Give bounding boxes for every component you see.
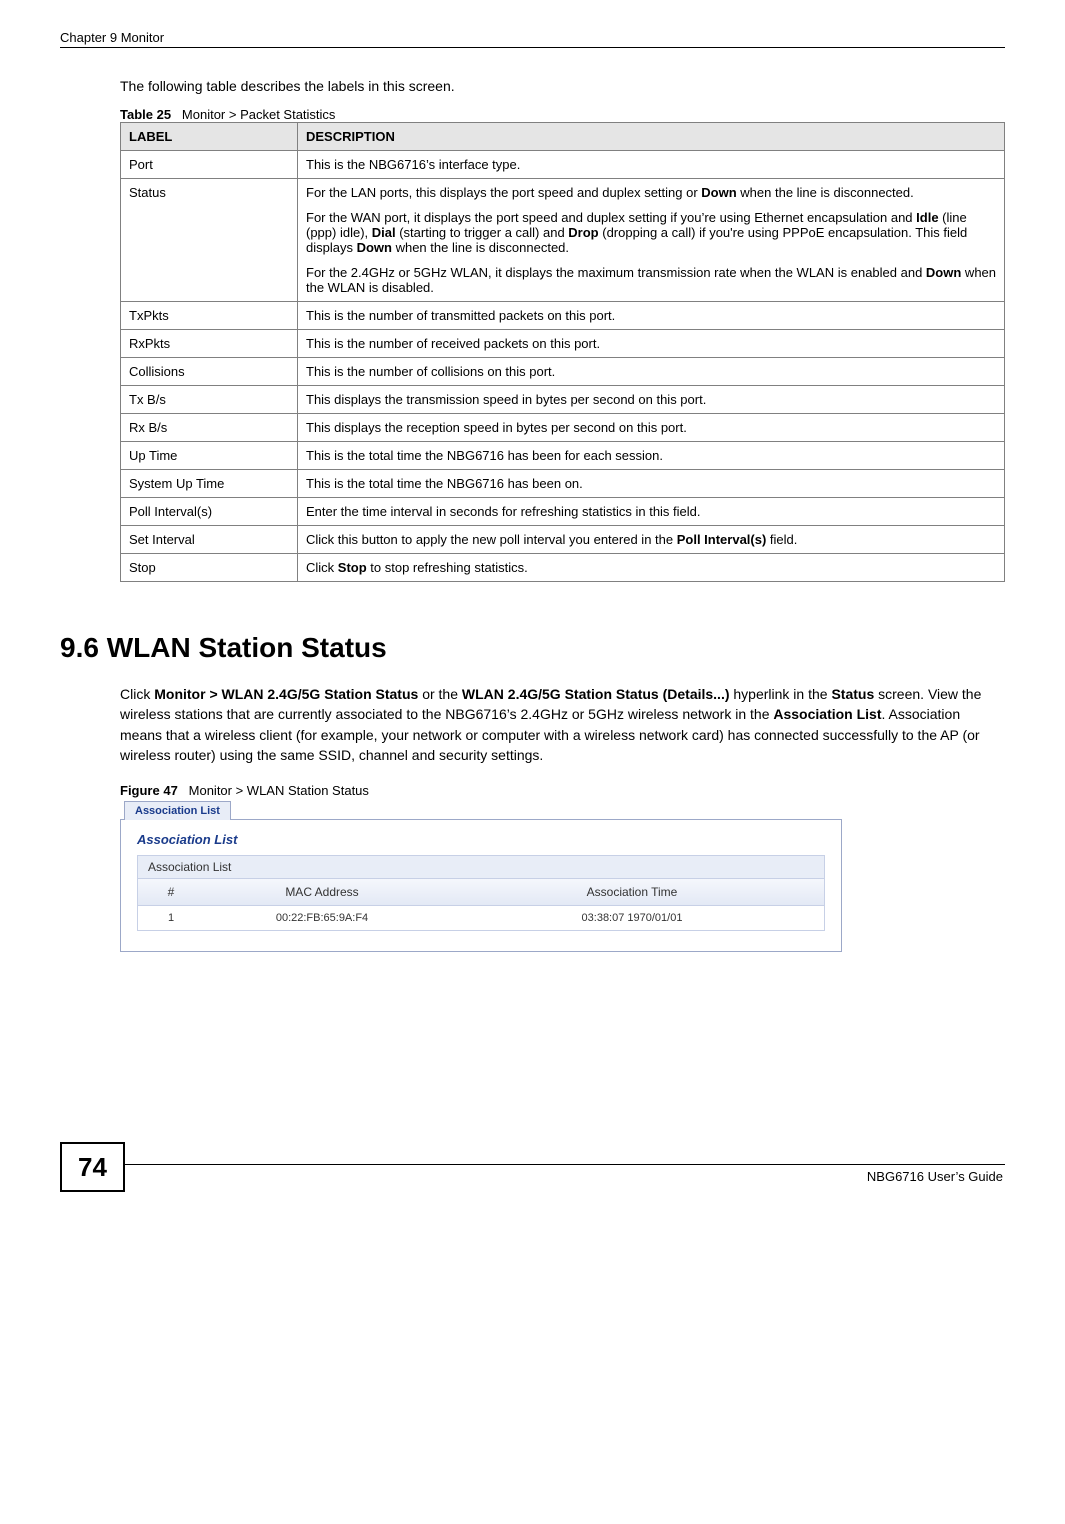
table-row: RxPktsThis is the number of received pac… [121, 330, 1005, 358]
figure47-screenshot: Association List Association List Associ… [120, 800, 1005, 952]
assoc-num-cell: 1 [138, 906, 204, 931]
table25-desc-cell: For the LAN ports, this displays the por… [298, 179, 1005, 302]
assoc-time-cell: 03:38:07 1970/01/01 [440, 906, 824, 931]
table25-label-cell: Rx B/s [121, 414, 298, 442]
table25-label-cell: Collisions [121, 358, 298, 386]
table25-desc-cell: This is the total time the NBG6716 has b… [298, 442, 1005, 470]
table-row: 100:22:FB:65:9A:F403:38:07 1970/01/01 [138, 906, 824, 931]
intro-text: The following table describes the labels… [120, 78, 1005, 94]
figure47-caption-text: Monitor > WLAN Station Status [189, 783, 369, 798]
table-row: Rx B/sThis displays the reception speed … [121, 414, 1005, 442]
figure47-tab: Association List [124, 801, 231, 820]
table25-desc-cell: This is the number of transmitted packet… [298, 302, 1005, 330]
table25-label-cell: Stop [121, 554, 298, 582]
table-row: CollisionsThis is the number of collisio… [121, 358, 1005, 386]
figure47-caption: Figure 47 Monitor > WLAN Station Status [120, 783, 1005, 798]
table25-caption: Table 25 Monitor > Packet Statistics [120, 107, 1005, 122]
figure47-assoc-box: Association List # MAC Address Associati… [137, 855, 825, 931]
table25-desc-cell: Enter the time interval in seconds for r… [298, 498, 1005, 526]
figure47-assoc-table: # MAC Address Association Time 100:22:FB… [138, 879, 824, 930]
table25-label-cell: TxPkts [121, 302, 298, 330]
assoc-mac-cell: 00:22:FB:65:9A:F4 [204, 906, 440, 931]
table-row: Poll Interval(s)Enter the time interval … [121, 498, 1005, 526]
table25-desc-cell: This is the NBG6716’s interface type. [298, 151, 1005, 179]
figure47-box-header: Association List [138, 856, 824, 879]
table25-desc-cell: This displays the reception speed in byt… [298, 414, 1005, 442]
table25-desc-cell: Click this button to apply the new poll … [298, 526, 1005, 554]
table25-label-cell: Port [121, 151, 298, 179]
page-number: 74 [60, 1142, 125, 1192]
table25-label-cell: Set Interval [121, 526, 298, 554]
table25-caption-prefix: Table 25 [120, 107, 171, 122]
assoc-col-time: Association Time [440, 879, 824, 906]
table-row: StopClick Stop to stop refreshing statis… [121, 554, 1005, 582]
table-row: Set IntervalClick this button to apply t… [121, 526, 1005, 554]
table25-desc-cell: This displays the transmission speed in … [298, 386, 1005, 414]
table25-desc-cell: This is the number of received packets o… [298, 330, 1005, 358]
table25-label-cell: RxPkts [121, 330, 298, 358]
table25-desc-cell: Click Stop to stop refreshing statistics… [298, 554, 1005, 582]
figure47-panel-title: Association List [137, 832, 825, 847]
table25-label-cell: Status [121, 179, 298, 302]
table25-head-label: LABEL [121, 123, 298, 151]
section-9-6-body: Click Monitor > WLAN 2.4G/5G Station Sta… [120, 684, 1005, 765]
table-row: System Up TimeThis is the total time the… [121, 470, 1005, 498]
chapter-label: Chapter 9 Monitor [60, 30, 164, 45]
table25-label-cell: Tx B/s [121, 386, 298, 414]
table-row: Up TimeThis is the total time the NBG671… [121, 442, 1005, 470]
table-row: StatusFor the LAN ports, this displays t… [121, 179, 1005, 302]
table25-head-desc: DESCRIPTION [298, 123, 1005, 151]
table25-desc-cell: This is the total time the NBG6716 has b… [298, 470, 1005, 498]
table25-caption-text: Monitor > Packet Statistics [182, 107, 336, 122]
table-row: TxPktsThis is the number of transmitted … [121, 302, 1005, 330]
footer-guide-name: NBG6716 User’s Guide [125, 1165, 1005, 1184]
assoc-col-mac: MAC Address [204, 879, 440, 906]
assoc-col-num: # [138, 879, 204, 906]
table-row: Tx B/sThis displays the transmission spe… [121, 386, 1005, 414]
table-row: PortThis is the NBG6716’s interface type… [121, 151, 1005, 179]
table25-label-cell: Up Time [121, 442, 298, 470]
table25-desc-cell: This is the number of collisions on this… [298, 358, 1005, 386]
table25-label-cell: System Up Time [121, 470, 298, 498]
figure47-caption-prefix: Figure 47 [120, 783, 178, 798]
table25-label-cell: Poll Interval(s) [121, 498, 298, 526]
page-header: Chapter 9 Monitor [60, 30, 1005, 48]
section-9-6-heading: 9.6 WLAN Station Status [60, 632, 1005, 664]
table25: LABEL DESCRIPTION PortThis is the NBG671… [120, 122, 1005, 582]
